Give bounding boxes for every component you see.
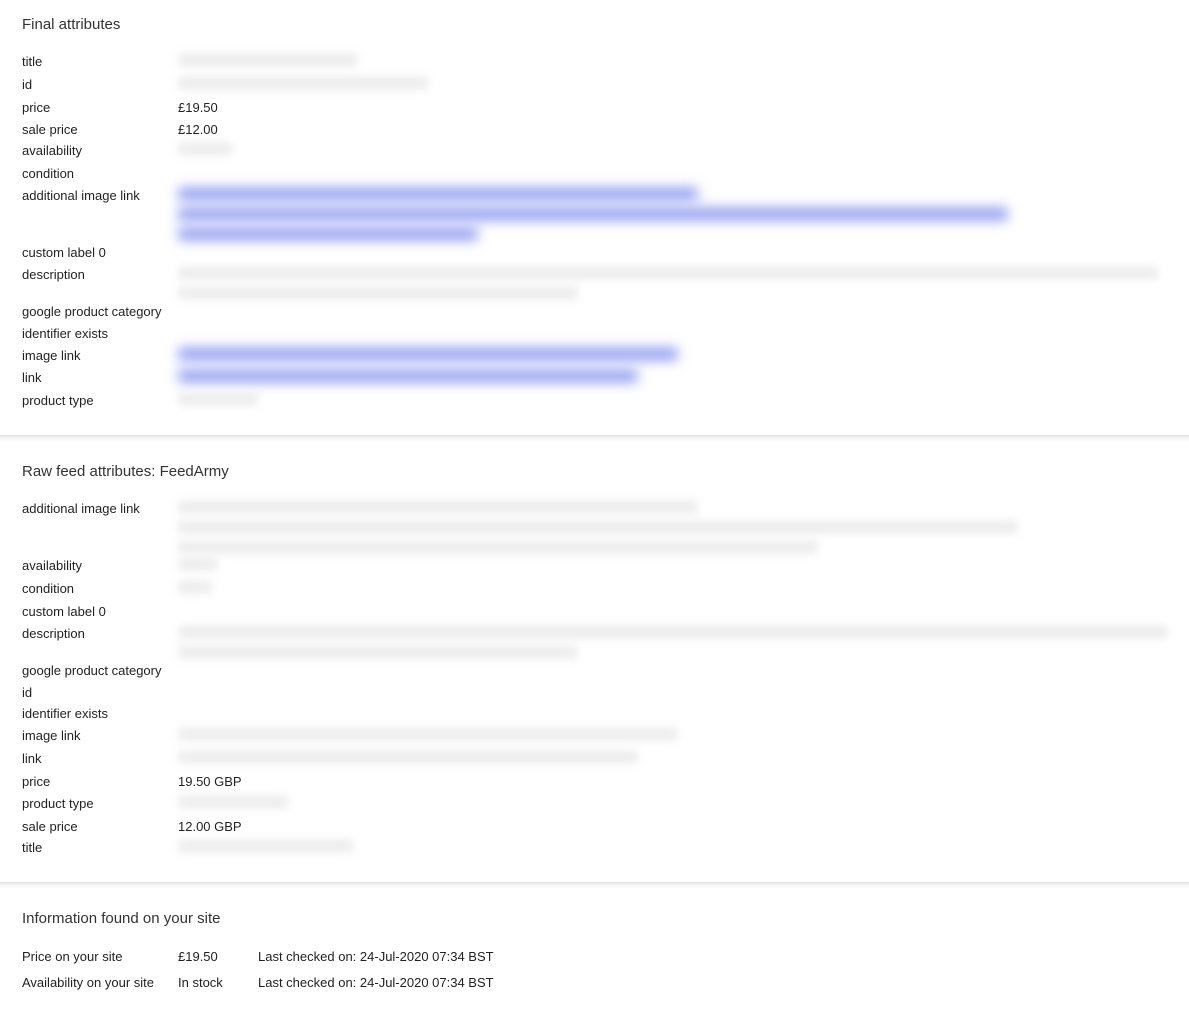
site-info-title: Information found on your site: [22, 910, 1167, 927]
raw-identifier-exists-label: identifier exists: [22, 705, 178, 724]
raw-gpc-label: google product category: [22, 662, 178, 681]
redacted-value: [178, 266, 1167, 300]
final-availability-label: availability: [22, 142, 178, 161]
final-row-google-product-category: google product category: [22, 303, 1167, 322]
site-availability-value: In stock: [178, 973, 258, 993]
raw-sale-price-value: 12.00 GBP: [178, 818, 1167, 837]
redacted-value: [178, 795, 288, 809]
raw-title-label: title: [22, 839, 178, 858]
raw-row-google-product-category: google product category: [22, 662, 1167, 681]
raw-row-condition: condition: [22, 580, 1167, 600]
raw-row-additional-image-link: additional image link: [22, 500, 1167, 554]
raw-custom-label-0-label: custom label 0: [22, 603, 178, 622]
final-sale-price-label: sale price: [22, 121, 178, 140]
final-row-description: description: [22, 266, 1167, 300]
final-custom-label-0-label: custom label 0: [22, 244, 178, 263]
redacted-value: [178, 580, 212, 594]
raw-price-value: 19.50 GBP: [178, 773, 1167, 792]
final-title-label: title: [22, 53, 178, 72]
raw-product-type-label: product type: [22, 795, 178, 814]
redacted-link-block: [178, 187, 1167, 241]
redacted-value: [178, 839, 353, 853]
raw-id-label: id: [22, 684, 178, 703]
final-row-id: id: [22, 76, 1167, 96]
raw-row-price: price 19.50 GBP: [22, 773, 1167, 792]
final-image-link-label: image link: [22, 347, 178, 366]
raw-image-link-label: image link: [22, 727, 178, 746]
redacted-link[interactable]: [178, 347, 678, 361]
redacted-value: [178, 53, 358, 67]
final-identifier-exists-label: identifier exists: [22, 325, 178, 344]
raw-row-product-type: product type: [22, 795, 1167, 815]
final-row-availability: availability: [22, 142, 1167, 162]
raw-additional-image-link-label: additional image link: [22, 500, 178, 519]
raw-price-label: price: [22, 773, 178, 792]
final-link-label: link: [22, 369, 178, 388]
final-row-link: link: [22, 369, 1167, 389]
final-description-label: description: [22, 266, 178, 285]
raw-sale-price-label: sale price: [22, 818, 178, 837]
final-row-product-type: product type: [22, 392, 1167, 412]
final-attributes-section: Final attributes title id price £19.50 s…: [0, 0, 1189, 435]
raw-row-availability: availability: [22, 557, 1167, 577]
final-attributes-title: Final attributes: [22, 16, 1167, 33]
site-info-section: Information found on your site Price on …: [0, 894, 1189, 1018]
site-availability-label: Availability on your site: [22, 973, 178, 993]
final-gpc-label: google product category: [22, 303, 178, 322]
raw-row-title: title: [22, 839, 1167, 859]
raw-row-sale-price: sale price 12.00 GBP: [22, 818, 1167, 837]
redacted-value: [178, 727, 678, 741]
raw-row-identifier-exists: identifier exists: [22, 705, 1167, 724]
final-id-label: id: [22, 76, 178, 95]
redacted-value: [178, 750, 638, 764]
redacted-value: [178, 76, 428, 90]
site-price-label: Price on your site: [22, 947, 178, 967]
raw-link-label: link: [22, 750, 178, 769]
final-row-image-link: image link: [22, 347, 1167, 367]
final-condition-label: condition: [22, 165, 178, 184]
raw-condition-label: condition: [22, 580, 178, 599]
site-price-value: £19.50: [178, 947, 258, 967]
raw-row-link: link: [22, 750, 1167, 770]
final-row-identifier-exists: identifier exists: [22, 325, 1167, 344]
final-row-condition: condition: [22, 165, 1167, 184]
final-row-title: title: [22, 53, 1167, 73]
site-price-checked: Last checked on: 24-Jul-2020 07:34 BST: [258, 947, 494, 967]
final-product-type-label: product type: [22, 392, 178, 411]
raw-description-label: description: [22, 625, 178, 644]
redacted-value: [178, 625, 1168, 659]
redacted-value: [178, 500, 1167, 554]
redacted-value: [178, 557, 218, 571]
final-sale-price-value: £12.00: [178, 121, 1167, 140]
redacted-value: [178, 142, 232, 156]
site-row-price: Price on your site £19.50 Last checked o…: [22, 947, 1167, 967]
final-row-custom-label-0: custom label 0: [22, 244, 1167, 263]
raw-row-custom-label-0: custom label 0: [22, 603, 1167, 622]
site-row-availability: Availability on your site In stock Last …: [22, 973, 1167, 993]
final-row-price: price £19.50: [22, 99, 1167, 118]
raw-feed-title: Raw feed attributes: FeedArmy: [22, 463, 1167, 480]
raw-availability-label: availability: [22, 557, 178, 576]
final-price-label: price: [22, 99, 178, 118]
section-divider: [0, 435, 1189, 447]
redacted-value: [178, 392, 258, 406]
raw-row-description: description: [22, 625, 1167, 659]
final-row-additional-image-link: additional image link: [22, 187, 1167, 241]
redacted-link[interactable]: [178, 369, 638, 383]
raw-feed-section: Raw feed attributes: FeedArmy additional…: [0, 447, 1189, 882]
raw-row-id: id: [22, 684, 1167, 703]
final-additional-image-link-label: additional image link: [22, 187, 178, 206]
site-availability-checked: Last checked on: 24-Jul-2020 07:34 BST: [258, 973, 494, 993]
section-divider: [0, 882, 1189, 894]
final-price-value: £19.50: [178, 99, 1167, 118]
raw-row-image-link: image link: [22, 727, 1167, 747]
final-row-sale-price: sale price £12.00: [22, 121, 1167, 140]
